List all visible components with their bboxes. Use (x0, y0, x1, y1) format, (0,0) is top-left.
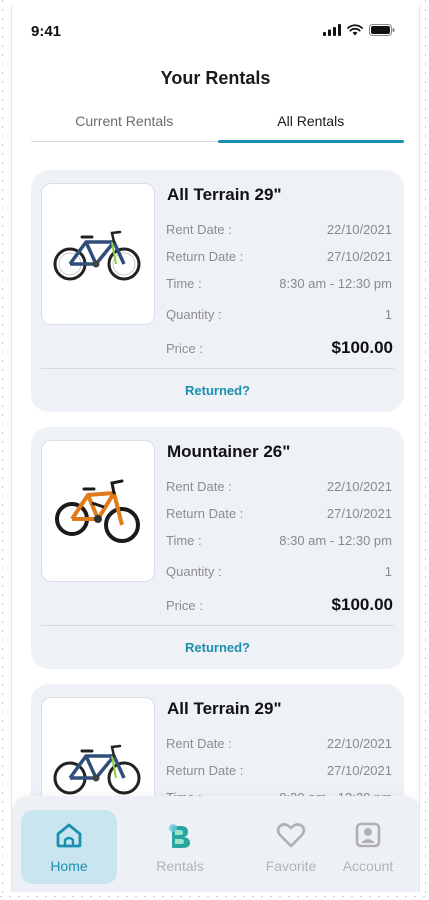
quantity-value: 1 (384, 564, 392, 579)
price-row: Price : $100.00 (166, 338, 393, 358)
time-label: Time : (166, 276, 202, 291)
account-icon (355, 822, 381, 848)
quantity-row: Quantity : 1 (166, 564, 392, 579)
rental-name: All Terrain 29" (167, 185, 282, 204)
time-row: Time : 8:30 am - 12:30 pm (166, 533, 392, 548)
quantity-label: Quantity : (166, 307, 222, 322)
rent-date-label: Rent Date : (166, 222, 232, 237)
return-date-value: 27/10/2021 (326, 249, 392, 264)
tab-current-rentals[interactable]: Current Rentals (31, 106, 218, 141)
rentals-tabs: Current Rentals All Rentals (31, 106, 405, 143)
returned-button[interactable]: Returned? (31, 640, 404, 655)
price-label: Price : (166, 341, 203, 356)
time-value: 8:30 am - 12:30 pm (279, 533, 392, 548)
nav-home[interactable]: Home (21, 810, 117, 884)
home-icon (56, 823, 82, 848)
quantity-row: Quantity : 1 (166, 307, 392, 322)
time-row: Time : 8:30 am - 12:30 pm (166, 276, 392, 291)
return-date-label: Return Date : (166, 249, 244, 264)
rental-image (41, 440, 155, 582)
nav-account-label: Account (342, 858, 394, 874)
heart-icon (276, 823, 306, 848)
price-value: $100.00 (331, 338, 393, 357)
rental-card[interactable]: All Terrain 29" Rent Date : 22/10/2021 R… (31, 170, 404, 412)
bicycle-blue-icon (53, 230, 141, 281)
bicycle-orange-icon (55, 479, 140, 543)
card-divider (41, 625, 394, 626)
rental-name: Mountainer 26" (167, 442, 291, 461)
price-value: $100.00 (331, 595, 393, 614)
page-title: Your Rentals (160, 68, 271, 88)
quantity-value: 1 (384, 307, 392, 322)
nav-account[interactable]: Account (320, 810, 416, 884)
return-date-row: Return Date : 27/10/2021 (166, 506, 392, 521)
card-divider (41, 368, 394, 369)
rent-date-label: Rent Date : (166, 479, 232, 494)
bottom-navigation: Home Rentals Favorite Account (12, 796, 419, 892)
return-date-value: 27/10/2021 (326, 763, 392, 778)
time-value: 8:30 am - 12:30 pm (279, 276, 392, 291)
time-label: Time : (166, 533, 202, 548)
return-date-row: Return Date : 27/10/2021 (166, 763, 392, 778)
rental-card[interactable]: Mountainer 26" Rent Date : 22/10/2021 Re… (31, 427, 404, 669)
nav-rentals-label: Rentals (156, 858, 204, 874)
rent-date-value: 22/10/2021 (326, 479, 392, 494)
rent-date-row: Rent Date : 22/10/2021 (166, 479, 392, 494)
status-icons (323, 24, 395, 36)
rental-image (41, 183, 155, 325)
rent-date-row: Rent Date : 22/10/2021 (166, 222, 392, 237)
status-time: 9:41 (31, 23, 62, 40)
nav-home-label: Home (50, 858, 88, 874)
rentals-icon (169, 824, 190, 848)
rent-date-value: 22/10/2021 (326, 222, 392, 237)
tab-all-rentals[interactable]: All Rentals (217, 106, 405, 143)
bicycle-blue-icon (53, 744, 141, 795)
battery-icon (369, 24, 395, 36)
returned-button[interactable]: Returned? (31, 383, 404, 398)
quantity-label: Quantity : (166, 564, 222, 579)
rental-name: All Terrain 29" (167, 699, 282, 718)
price-label: Price : (166, 598, 203, 613)
return-date-value: 27/10/2021 (326, 506, 392, 521)
wifi-icon (347, 24, 363, 36)
price-row: Price : $100.00 (166, 595, 393, 615)
rent-date-label: Rent Date : (166, 736, 232, 751)
status-bar: 9:41 (12, 6, 419, 54)
return-date-row: Return Date : 27/10/2021 (166, 249, 392, 264)
nav-rentals[interactable]: Rentals (132, 810, 228, 884)
phone-screen: 9:41 Your Rentals Current Rentals All Re (11, 6, 420, 892)
signal-icon (323, 24, 341, 36)
return-date-label: Return Date : (166, 763, 244, 778)
rent-date-value: 22/10/2021 (326, 736, 392, 751)
rent-date-row: Rent Date : 22/10/2021 (166, 736, 392, 751)
return-date-label: Return Date : (166, 506, 244, 521)
